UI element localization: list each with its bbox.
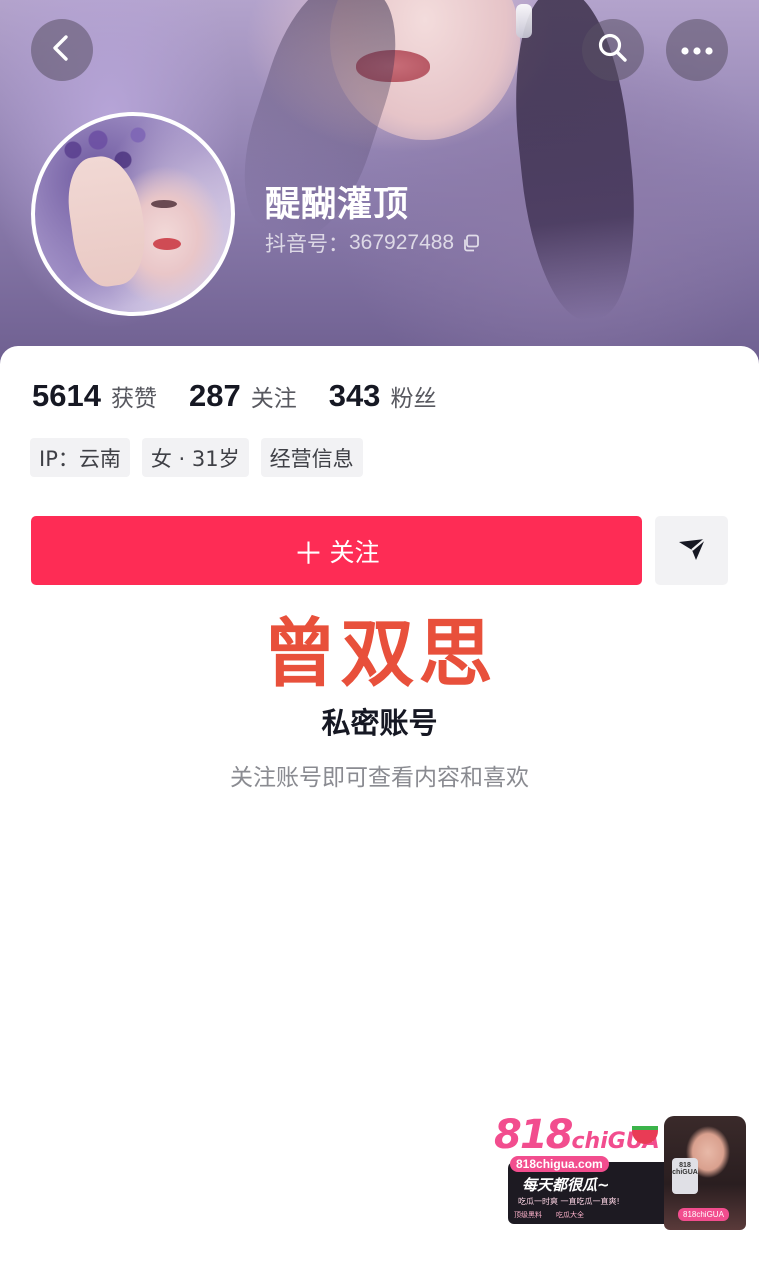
- back-button[interactable]: [31, 19, 93, 81]
- stat-following-value: 287: [188, 378, 241, 413]
- more-icon: [680, 41, 714, 60]
- watermark-tag: 818chiGUA: [678, 1208, 729, 1221]
- search-button[interactable]: [582, 19, 644, 81]
- tag-gender-age: 女 · 31岁: [141, 438, 249, 477]
- douyin-id-value: 367927488: [349, 231, 455, 254]
- tag-business-info[interactable]: 经营信息: [260, 438, 363, 477]
- watermark-logo-main: 818: [494, 1112, 573, 1158]
- tag-ip-location: IP：云南: [30, 438, 130, 477]
- back-icon: [49, 33, 75, 67]
- private-account-title: 私密账号: [321, 706, 438, 740]
- stat-likes-label: 获赞: [110, 386, 157, 412]
- avatar-eye: [151, 200, 177, 208]
- stat-followers-label: 粉丝: [390, 386, 437, 412]
- watermark-subline: 吃瓜一时爽 一直吃瓜一直爽!: [518, 1197, 620, 1206]
- profile-nickname: 醍醐灌顶: [265, 185, 410, 225]
- avatar[interactable]: [31, 112, 235, 316]
- stat-likes[interactable]: 5614 获赞: [32, 378, 157, 414]
- profile-stats: 5614 获赞 287 关注 343 粉丝: [32, 378, 468, 414]
- stat-following[interactable]: 287 关注: [189, 378, 297, 414]
- profile-tags: IP：云南 女 · 31岁 经营信息: [30, 438, 375, 477]
- watermark-slogan: 每天都很瓜~: [522, 1176, 610, 1194]
- stat-followers-value: 343: [328, 378, 381, 413]
- avatar-lips: [153, 238, 181, 250]
- plus-icon: ＋: [293, 536, 324, 572]
- banner-photo-earring: [516, 4, 532, 38]
- watermark-row-right: 吃瓜大全: [556, 1211, 584, 1219]
- private-account-subtitle: 关注账号即可查看内容和喜欢: [230, 765, 529, 791]
- overlay-name-caption: 曾双思: [262, 611, 497, 697]
- douyin-id-label: 抖音号：: [265, 233, 349, 256]
- douyin-id[interactable]: 抖音号： 367927488: [265, 228, 480, 258]
- stat-followers[interactable]: 343 粉丝: [329, 378, 437, 414]
- stat-following-label: 关注: [250, 386, 297, 412]
- watermark-row-left: 顶级黑料: [514, 1211, 542, 1219]
- copy-icon[interactable]: [462, 234, 480, 252]
- share-button[interactable]: [655, 516, 728, 585]
- watermark-row: 顶级黑料 吃瓜大全: [514, 1210, 584, 1220]
- watermark-url: 818chigua.com: [510, 1156, 609, 1172]
- follow-button-label: 关注: [329, 537, 380, 567]
- follow-button[interactable]: ＋ 关注: [31, 516, 642, 585]
- watermark-ad: 818chiGUA 818chigua.com 每天都很瓜~ 吃瓜一时爽 一直吃…: [494, 1112, 746, 1230]
- watermark-badge: 818 chiGUA: [672, 1158, 698, 1194]
- stat-likes-value: 5614: [32, 378, 101, 413]
- search-icon: [597, 32, 629, 68]
- more-button[interactable]: [666, 19, 728, 81]
- send-icon: [677, 536, 707, 566]
